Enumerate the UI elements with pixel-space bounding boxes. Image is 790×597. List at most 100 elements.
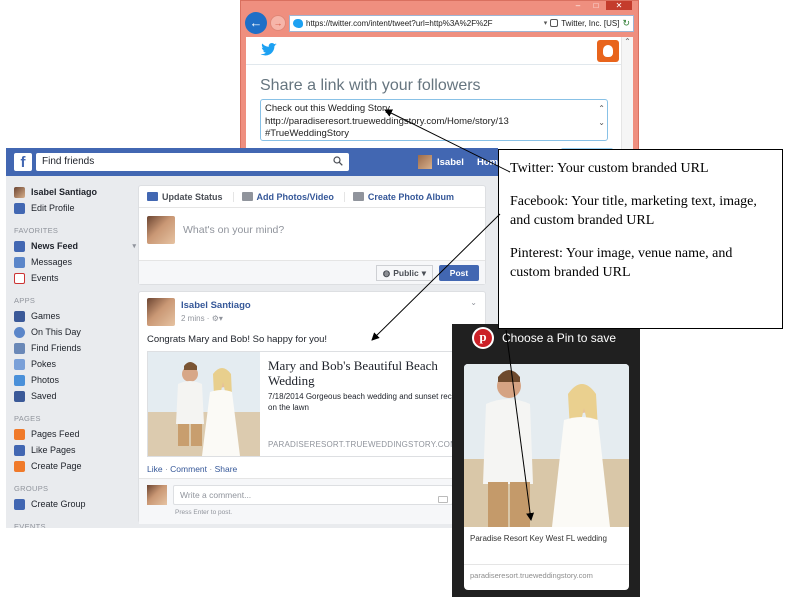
sidebar-item-label: Create Page: [31, 461, 82, 471]
page-scrollbar[interactable]: ⌃: [621, 37, 633, 151]
tab-create-album[interactable]: Create Photo Album: [352, 191, 464, 202]
sidebar-item-label: Isabel Santiago: [31, 187, 98, 197]
link-preview[interactable]: Mary and Bob's Beautiful Beach Wedding 7…: [147, 351, 479, 457]
sidebar-item-label: Photos: [31, 375, 60, 385]
couple-photo: [148, 352, 260, 456]
camera-icon[interactable]: [438, 496, 448, 503]
top-profile-name: Isabel: [437, 156, 464, 168]
pages-header: PAGES: [14, 414, 41, 423]
photos-icon: [14, 374, 25, 386]
games-icon: [14, 310, 25, 322]
comment-composer: Write a comment... Press Enter to post.: [139, 478, 485, 524]
forward-arrow-icon[interactable]: →: [270, 15, 286, 31]
sidebar-item-like-pages[interactable]: Like Pages: [14, 442, 136, 458]
sidebar-item-label: On This Day: [31, 327, 81, 337]
link-domain: PARADISERESORT.TRUEWEDDINGSTORY.COM: [268, 440, 457, 449]
facebook-window: f Find friends Isabel Hom Isabel Santiag…: [6, 148, 498, 528]
sidebar-item-photos[interactable]: Photos: [14, 372, 136, 388]
album-icon: [352, 192, 364, 201]
tab-update-status[interactable]: Update Status: [147, 191, 234, 202]
pin-description: Paradise Resort Key West FL wedding: [470, 534, 607, 543]
composer-tabs: Update Status Add Photos/Video Create Ph…: [139, 186, 485, 208]
url-text[interactable]: https://twitter.com/intent/tweet?url=htt…: [306, 19, 541, 28]
post-message: Congrats Mary and Bob! So happy for you!: [147, 334, 328, 345]
comment-hint: Press Enter to post.: [175, 509, 233, 516]
sidebar-item-find-friends[interactable]: Find Friends: [14, 340, 136, 356]
twitter-topbar: [246, 37, 633, 65]
tab-label: Create Photo Album: [367, 191, 455, 202]
sidebar-item-profile[interactable]: Isabel Santiago: [14, 184, 136, 200]
search-icon[interactable]: [333, 156, 343, 166]
link-image[interactable]: [148, 352, 260, 456]
sidebar-item-news-feed[interactable]: News Feed ▾: [14, 238, 136, 254]
post-timestamp[interactable]: 2 mins · ⚙▾: [181, 314, 223, 323]
groups-header: GROUPS: [14, 484, 49, 493]
sidebar-item-edit-profile[interactable]: Edit Profile: [14, 200, 136, 216]
twitter-browser-window: – □ ✕ ← → https://twitter.com/intent/twe…: [240, 0, 639, 154]
sidebar-item-label: News Feed: [31, 241, 79, 251]
link-description: 7/18/2014 Gorgeous beach wedding and sun…: [268, 392, 474, 412]
post-time-text: 2 mins ·: [181, 314, 210, 323]
back-arrow-icon[interactable]: ←: [245, 12, 267, 34]
refresh-icon[interactable]: ↻: [622, 18, 630, 29]
status-input[interactable]: What's on your mind?: [183, 224, 284, 236]
site-identity[interactable]: Twitter, Inc. [US]: [561, 19, 619, 28]
pencil-icon: [147, 192, 158, 201]
avatar[interactable]: [147, 298, 175, 326]
pinterest-window: p Choose a Pin to save Paradise Resort K…: [452, 324, 640, 597]
favorites-header: FAVORITES: [14, 226, 59, 235]
sidebar-item-saved[interactable]: Saved: [14, 388, 136, 404]
search-input[interactable]: Find friends: [36, 153, 349, 171]
facebook-logo-icon[interactable]: f: [14, 153, 32, 171]
comment-link[interactable]: Comment: [170, 464, 207, 474]
sidebar-item-label: Messages: [31, 257, 73, 267]
sidebar-item-events[interactable]: Events: [14, 270, 136, 286]
audience-selector[interactable]: ◍ Public ▾: [375, 265, 433, 281]
tweet-line-3: #TrueWeddingStory: [265, 128, 349, 139]
sidebar-item-create-group[interactable]: Create Group: [14, 496, 136, 512]
couple-photo: [464, 364, 629, 527]
textarea-scroll-arrows[interactable]: ⌃ ⌄: [598, 102, 605, 130]
pin-card[interactable]: Paradise Resort Key West FL wedding para…: [464, 364, 629, 590]
extension-badge-icon[interactable]: [597, 40, 619, 62]
tab-add-photos[interactable]: Add Photos/Video: [241, 191, 345, 202]
minimize-icon[interactable]: –: [570, 1, 586, 10]
callout-facebook: Facebook: Your title, marketing text, im…: [510, 193, 757, 229]
sidebar-item-create-page[interactable]: Create Page: [14, 458, 136, 474]
tweet-textarea[interactable]: Check out this Wedding Story http://para…: [260, 99, 608, 141]
sidebar-item-pages-feed[interactable]: Pages Feed: [14, 426, 136, 442]
tweet-line-1: Check out this Wedding Story: [265, 103, 390, 114]
comment-input[interactable]: Write a comment...: [173, 485, 453, 505]
privacy-icon: ⚙▾: [211, 314, 223, 323]
chevron-down-icon[interactable]: ▾: [132, 242, 136, 250]
like-link[interactable]: Like: [147, 464, 163, 474]
post-author[interactable]: Isabel Santiago: [181, 300, 251, 311]
search-placeholder: Find friends: [42, 156, 95, 167]
address-bar[interactable]: https://twitter.com/intent/tweet?url=htt…: [289, 14, 634, 32]
lock-icon[interactable]: [550, 19, 559, 27]
sidebar-item-games[interactable]: Games: [14, 308, 136, 324]
top-profile-link[interactable]: Isabel Hom: [418, 155, 498, 169]
post-button[interactable]: Post: [439, 265, 479, 281]
link-title[interactable]: Mary and Bob's Beautiful Beach Wedding: [268, 358, 474, 388]
sidebar-item-label: Pokes: [31, 359, 57, 369]
close-icon[interactable]: ✕: [606, 1, 632, 10]
plus-icon: [14, 498, 25, 510]
sidebar-item-on-this-day[interactable]: On This Day: [14, 324, 136, 340]
pinterest-logo-icon: p: [472, 327, 494, 349]
sidebar-item-messages[interactable]: Messages: [14, 254, 136, 270]
chevron-down-icon[interactable]: ⌄: [470, 298, 477, 307]
avatar: [14, 186, 25, 198]
search-dropdown-icon[interactable]: ▾: [544, 19, 548, 27]
pin-image[interactable]: [464, 364, 629, 527]
plus-icon: [14, 460, 25, 472]
home-link[interactable]: Hom: [477, 157, 498, 168]
share-heading: Share a link with your followers: [260, 77, 481, 94]
news-feed-icon: [14, 240, 25, 252]
sidebar-item-pokes[interactable]: Pokes: [14, 356, 136, 372]
globe-icon: ◍: [382, 268, 391, 278]
maximize-icon[interactable]: □: [588, 1, 604, 10]
status-composer: Update Status Add Photos/Video Create Ph…: [138, 185, 486, 285]
share-link[interactable]: Share: [215, 464, 238, 474]
avatar: [418, 155, 432, 169]
